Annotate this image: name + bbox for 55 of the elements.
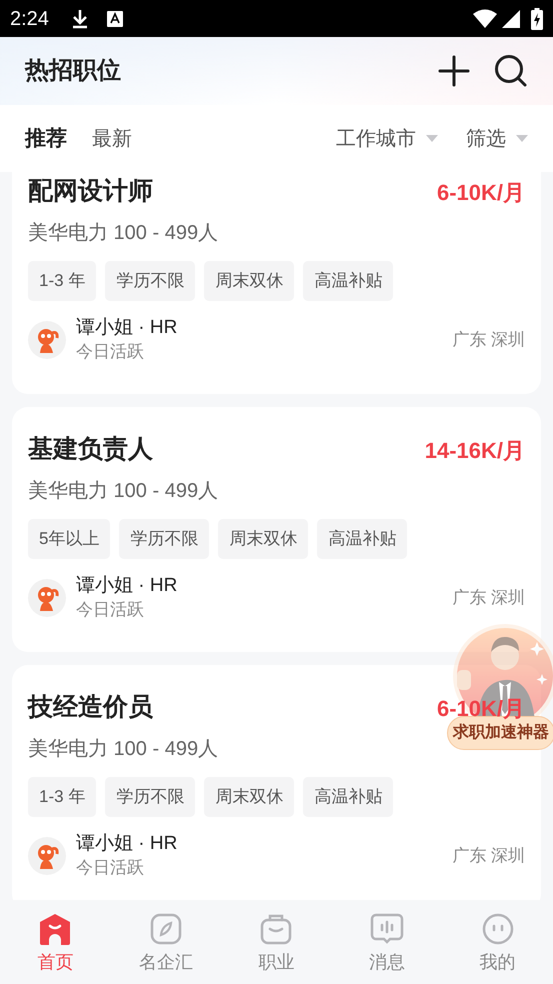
message-icon	[370, 913, 404, 945]
battery-icon	[531, 8, 543, 30]
job-tag: 5年以上	[28, 519, 110, 559]
job-tag: 高温补贴	[303, 777, 394, 817]
recruiter-name: 谭小姐 · HR	[76, 832, 178, 856]
job-title: 基建负责人	[28, 434, 153, 466]
company-info: 美华电力 100 - 499人	[28, 221, 218, 246]
compass-icon	[150, 913, 182, 945]
tab[interactable]: 最新	[92, 124, 132, 154]
company-info: 美华电力 100 - 499人	[28, 737, 218, 762]
avatar-icon	[28, 579, 66, 617]
company-info: 美华电力 100 - 499人	[28, 479, 218, 504]
page-title: 热招职位	[25, 56, 122, 86]
job-card[interactable]: 配网设计师 6-10K/月 美华电力 100 - 499人 1-3 年 学历不限 周末双休 高温补贴 谭小姐 · HR 今日活跃 广东 深圳	[12, 172, 541, 394]
job-tag: 高温补贴	[303, 261, 394, 301]
job-tag: 周末双休	[218, 519, 308, 559]
salary: 14-16K/月	[424, 436, 525, 464]
wifi-icon	[473, 8, 497, 28]
signal-icon	[501, 8, 521, 28]
avatar-icon	[28, 321, 66, 359]
job-tag: 高温补贴	[317, 519, 408, 559]
keyboard-icon	[106, 10, 123, 26]
salary: 6-10K/月	[436, 178, 525, 206]
job-tag: 1-3 年	[28, 777, 96, 817]
job-tag: 周末双休	[204, 777, 294, 817]
avatar-icon	[28, 837, 66, 875]
activity-status: 今日活跃	[76, 857, 144, 879]
job-title: 技经造价员	[28, 692, 153, 724]
job-location: 广东 深圳	[452, 329, 525, 352]
job-location: 广东 深圳	[452, 845, 525, 868]
caret-icon	[426, 135, 438, 142]
recruiter-name: 谭小姐 · HR	[76, 316, 178, 340]
job-tag: 1-3 年	[28, 261, 96, 301]
job-tag: 周末双休	[204, 261, 294, 301]
filter-dropdown[interactable]: 筛选	[466, 124, 528, 154]
profile-icon	[482, 913, 514, 945]
briefcase-icon	[260, 913, 292, 945]
job-location: 广东 深圳	[452, 587, 525, 610]
add-icon[interactable]	[438, 55, 470, 87]
nav-tab[interactable]: 首页	[0, 900, 111, 984]
job-tag: 学历不限	[105, 777, 196, 817]
download-icon	[70, 8, 89, 28]
status-time: 2:24	[10, 6, 49, 32]
home-icon	[39, 913, 72, 945]
job-card[interactable]: 基建负责人 14-16K/月 美华电力 100 - 499人 5年以上 学历不限 周末双休 高温补贴 谭小姐 · HR 今日活跃 广东 深圳	[12, 407, 541, 652]
caret-icon	[516, 135, 528, 142]
search-icon[interactable]	[494, 54, 528, 88]
tab[interactable]: 推荐	[25, 122, 67, 154]
activity-status: 今日活跃	[76, 341, 144, 363]
recruiter-name: 谭小姐 · HR	[76, 574, 178, 598]
job-tag: 学历不限	[119, 519, 210, 559]
activity-status: 今日活跃	[76, 599, 144, 621]
job-title: 配网设计师	[28, 176, 153, 208]
filter-dropdown[interactable]: 工作城市	[336, 124, 438, 154]
job-tag: 学历不限	[105, 261, 196, 301]
